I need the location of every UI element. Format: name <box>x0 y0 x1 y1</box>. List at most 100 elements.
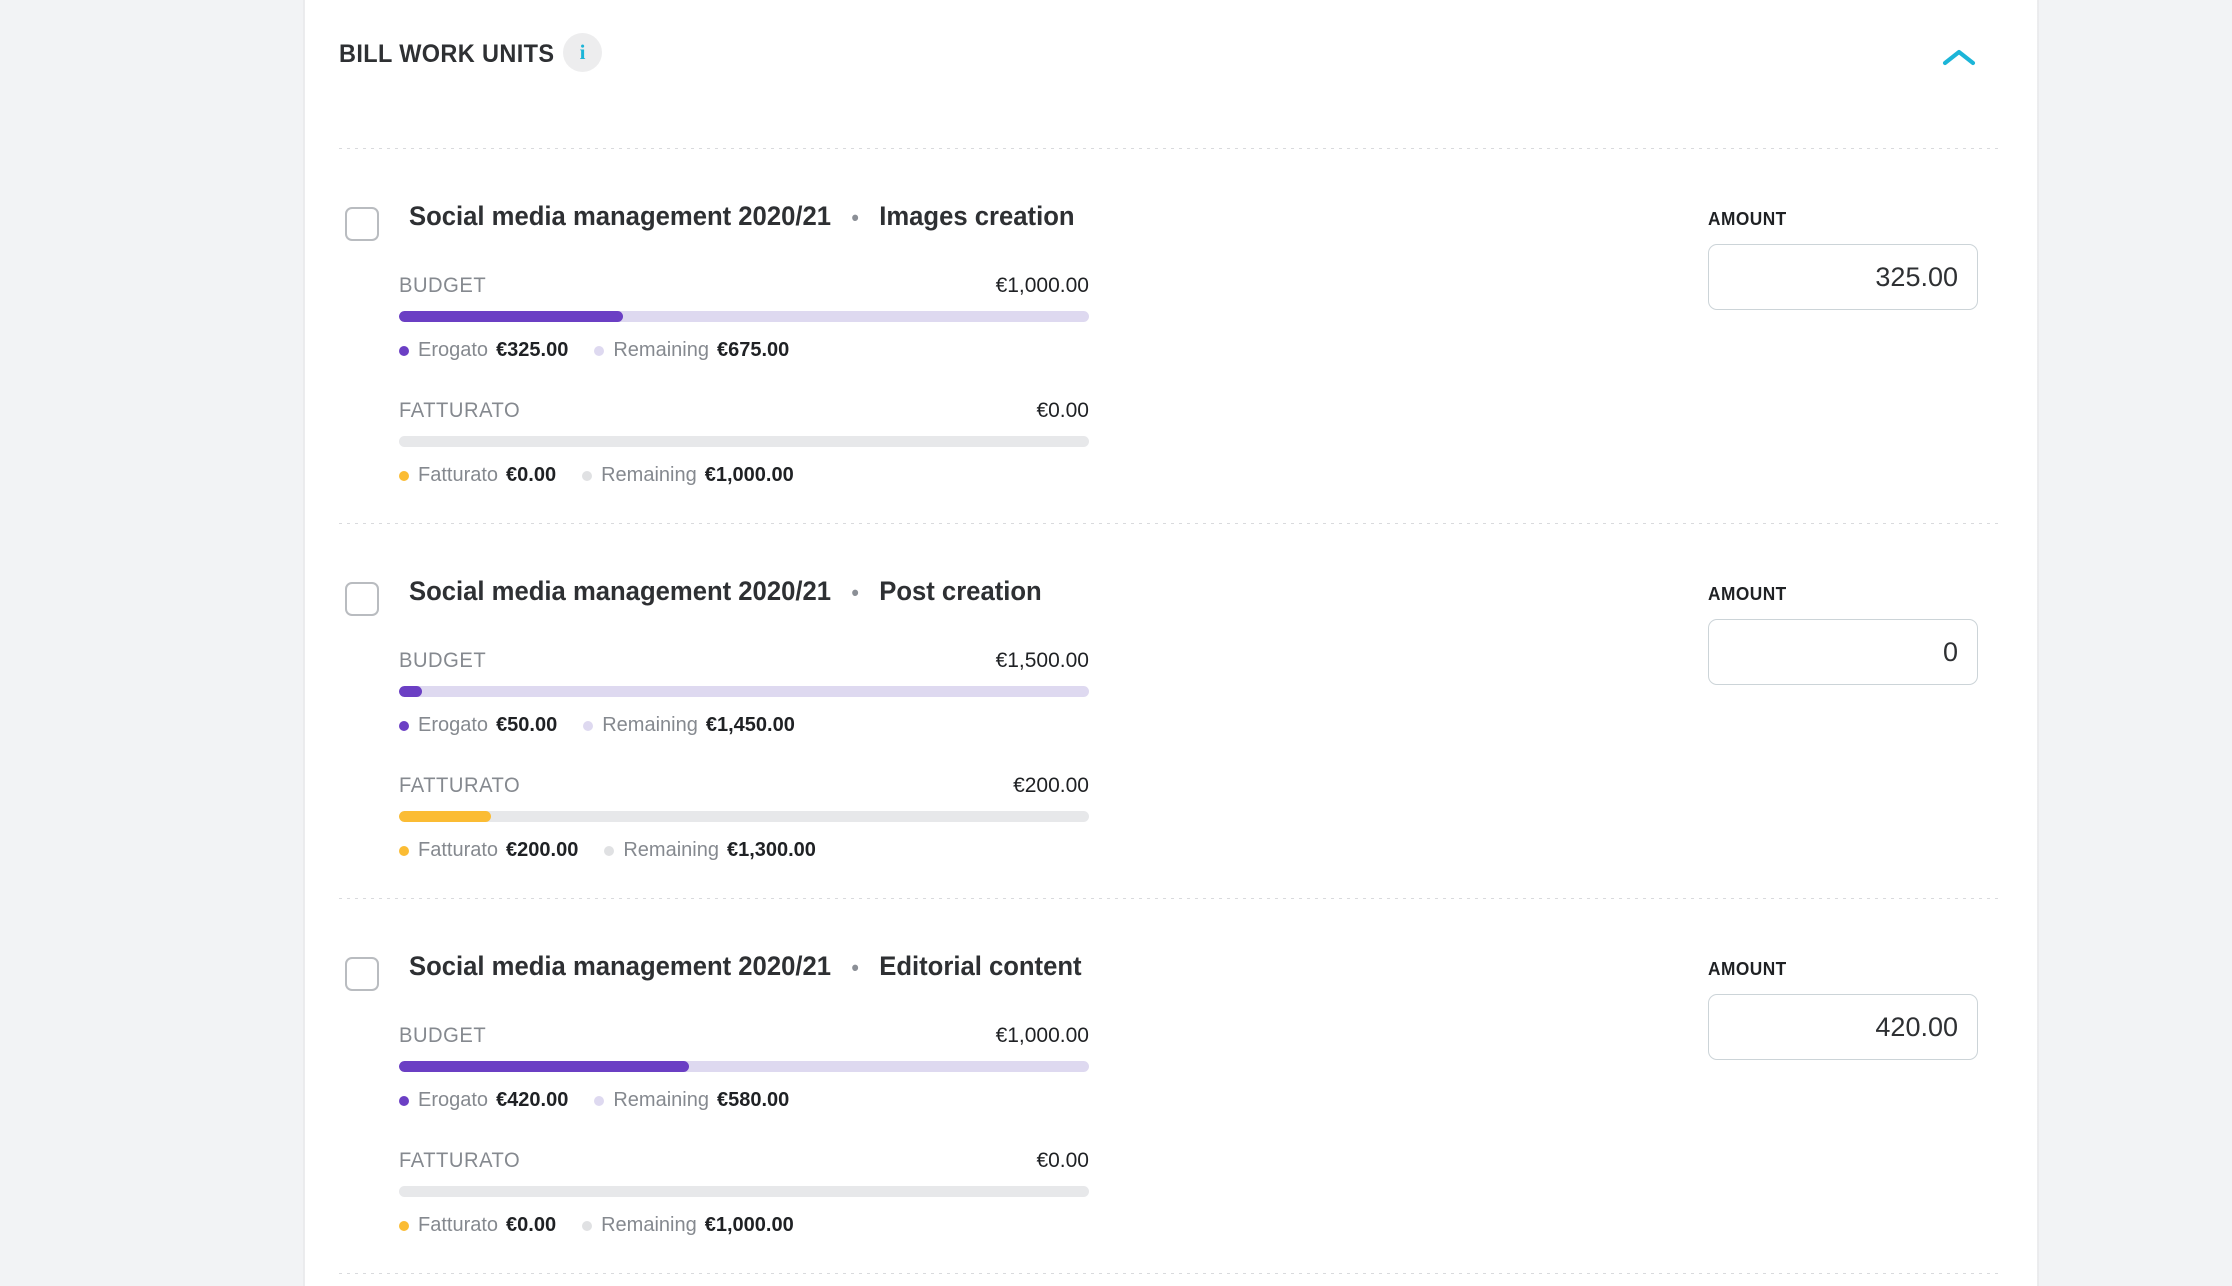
legend-label-erogato: Erogato <box>418 714 489 736</box>
legend-item-erogato: Erogato €420.00 <box>399 1089 568 1112</box>
legend-label-fatturato: Fatturato <box>418 1214 499 1236</box>
budget-label: BUDGET <box>399 649 487 672</box>
legend-label-fatturato-remaining: Remaining <box>623 839 719 861</box>
budget-progress-fill <box>399 1061 689 1072</box>
legend-item-fatturato: Fatturato €0.00 <box>399 1214 556 1237</box>
legend-label-budget-remaining: Remaining <box>613 339 709 361</box>
work-unit-checkbox[interactable] <box>345 957 379 991</box>
amount-input[interactable] <box>1708 994 1978 1060</box>
work-unit-project: Social media management 2020/21 <box>409 951 832 981</box>
legend-dot-budget-remaining <box>583 720 594 731</box>
fatturato-total: €0.00 <box>1036 399 1089 422</box>
work-unit-task: Post creation <box>879 576 1042 606</box>
legend-value-fatturato-remaining: €1,000.00 <box>704 464 794 486</box>
amount-input[interactable] <box>1708 619 1978 685</box>
fatturato-metric: FATTURATO €0.00 Fatturato €0.00 Remainin… <box>399 399 1089 487</box>
amount-block: AMOUNT <box>1708 209 1978 310</box>
legend-item-fatturato: Fatturato €200.00 <box>399 839 578 862</box>
work-unit-row: Social media management 2020/21 • Editor… <box>305 899 2037 1273</box>
bill-work-units-card: BILL WORK UNITS i Social media managemen… <box>303 0 2039 1286</box>
page-title: BILL WORK UNITS <box>339 40 555 68</box>
budget-progress-bar <box>399 686 1089 697</box>
legend-item-erogato: Erogato €50.00 <box>399 714 557 737</box>
fatturato-legend: Fatturato €0.00 Remaining €1,000.00 <box>399 1214 1089 1237</box>
card-header: BILL WORK UNITS i <box>305 0 2037 148</box>
work-unit-title: Social media management 2020/21 • Post c… <box>409 576 1042 607</box>
legend-dot-fatturato <box>399 1220 409 1231</box>
legend-value-fatturato: €0.00 <box>506 1214 557 1236</box>
work-unit-row: Social media management 2020/21 • Post c… <box>305 524 2037 898</box>
legend-item-fatturato: Fatturato €0.00 <box>399 464 556 487</box>
legend-value-budget-remaining: €1,450.00 <box>705 714 795 736</box>
amount-label: AMOUNT <box>1708 959 1787 979</box>
fatturato-legend: Fatturato €200.00 Remaining €1,300.00 <box>399 839 1089 862</box>
work-unit-task: Editorial content <box>879 951 1082 981</box>
amount-input[interactable] <box>1708 244 1978 310</box>
budget-progress-fill <box>399 686 422 697</box>
amount-block: AMOUNT <box>1708 959 1978 1060</box>
legend-label-erogato: Erogato <box>418 1089 489 1111</box>
legend-dot-fatturato-remaining <box>582 470 593 481</box>
budget-metric: BUDGET €1,500.00 Erogato €50.00 Remainin… <box>399 649 1089 737</box>
work-unit-project: Social media management 2020/21 <box>409 576 832 606</box>
budget-legend: Erogato €325.00 Remaining €675.00 <box>399 339 1089 362</box>
chevron-up-icon[interactable] <box>1936 38 1982 78</box>
legend-dot-erogato <box>399 345 409 356</box>
legend-label-erogato: Erogato <box>418 339 489 361</box>
work-unit-checkbox[interactable] <box>345 207 379 241</box>
fatturato-label: FATTURATO <box>399 774 521 797</box>
legend-dot-erogato <box>399 720 409 731</box>
legend-dot-budget-remaining <box>594 1095 605 1106</box>
legend-item-budget-remaining: Remaining €580.00 <box>594 1089 789 1112</box>
info-icon[interactable]: i <box>563 33 602 72</box>
legend-label-fatturato: Fatturato <box>418 839 499 861</box>
legend-label-budget-remaining: Remaining <box>613 1089 709 1111</box>
legend-label-fatturato-remaining: Remaining <box>601 464 697 486</box>
page-root: BILL WORK UNITS i Social media managemen… <box>0 0 2232 1286</box>
fatturato-total: €200.00 <box>1013 774 1089 797</box>
legend-item-fatturato-remaining: Remaining €1,000.00 <box>582 1214 794 1237</box>
budget-total: €1,000.00 <box>995 274 1089 297</box>
budget-label: BUDGET <box>399 1024 487 1047</box>
legend-value-erogato: €50.00 <box>496 714 558 736</box>
budget-total: €1,500.00 <box>995 649 1089 672</box>
legend-label-fatturato: Fatturato <box>418 464 499 486</box>
fatturato-metric: FATTURATO €0.00 Fatturato €0.00 Remainin… <box>399 1149 1089 1237</box>
work-unit-metrics: BUDGET €1,000.00 Erogato €325.00 Remaini… <box>399 274 1089 487</box>
legend-dot-fatturato <box>399 845 409 856</box>
budget-total: €1,000.00 <box>995 1024 1089 1047</box>
work-unit-title: Social media management 2020/21 • Images… <box>409 201 1075 232</box>
work-unit-row: Social media management 2020/21 • Images… <box>305 149 2037 523</box>
legend-value-fatturato: €200.00 <box>506 839 579 861</box>
legend-item-budget-remaining: Remaining €675.00 <box>594 339 789 362</box>
fatturato-legend: Fatturato €0.00 Remaining €1,000.00 <box>399 464 1089 487</box>
fatturato-progress-fill <box>399 811 491 822</box>
legend-item-fatturato-remaining: Remaining €1,300.00 <box>604 839 816 862</box>
legend-value-budget-remaining: €580.00 <box>716 1089 790 1111</box>
budget-legend: Erogato €420.00 Remaining €580.00 <box>399 1089 1089 1112</box>
legend-label-budget-remaining: Remaining <box>602 714 698 736</box>
legend-dot-fatturato-remaining <box>604 845 615 856</box>
fatturato-progress-bar <box>399 436 1089 447</box>
budget-progress-bar <box>399 1061 1089 1072</box>
budget-progress-bar <box>399 311 1089 322</box>
legend-value-budget-remaining: €675.00 <box>716 339 790 361</box>
fatturato-progress-bar <box>399 811 1089 822</box>
legend-value-fatturato-remaining: €1,300.00 <box>726 839 816 861</box>
legend-dot-fatturato-remaining <box>582 1220 593 1231</box>
legend-item-fatturato-remaining: Remaining €1,000.00 <box>582 464 794 487</box>
amount-block: AMOUNT <box>1708 584 1978 685</box>
legend-label-fatturato-remaining: Remaining <box>601 1214 697 1236</box>
fatturato-metric: FATTURATO €200.00 Fatturato €200.00 Rema… <box>399 774 1089 862</box>
budget-metric: BUDGET €1,000.00 Erogato €325.00 Remaini… <box>399 274 1089 362</box>
legend-dot-erogato <box>399 1095 409 1106</box>
info-icon-glyph: i <box>579 40 586 64</box>
title-separator-dot: • <box>851 579 859 605</box>
work-unit-checkbox[interactable] <box>345 582 379 616</box>
legend-item-budget-remaining: Remaining €1,450.00 <box>583 714 795 737</box>
budget-legend: Erogato €50.00 Remaining €1,450.00 <box>399 714 1089 737</box>
legend-item-erogato: Erogato €325.00 <box>399 339 568 362</box>
legend-value-erogato: €420.00 <box>496 1089 569 1111</box>
budget-metric: BUDGET €1,000.00 Erogato €420.00 Remaini… <box>399 1024 1089 1112</box>
divider <box>339 1273 2003 1274</box>
